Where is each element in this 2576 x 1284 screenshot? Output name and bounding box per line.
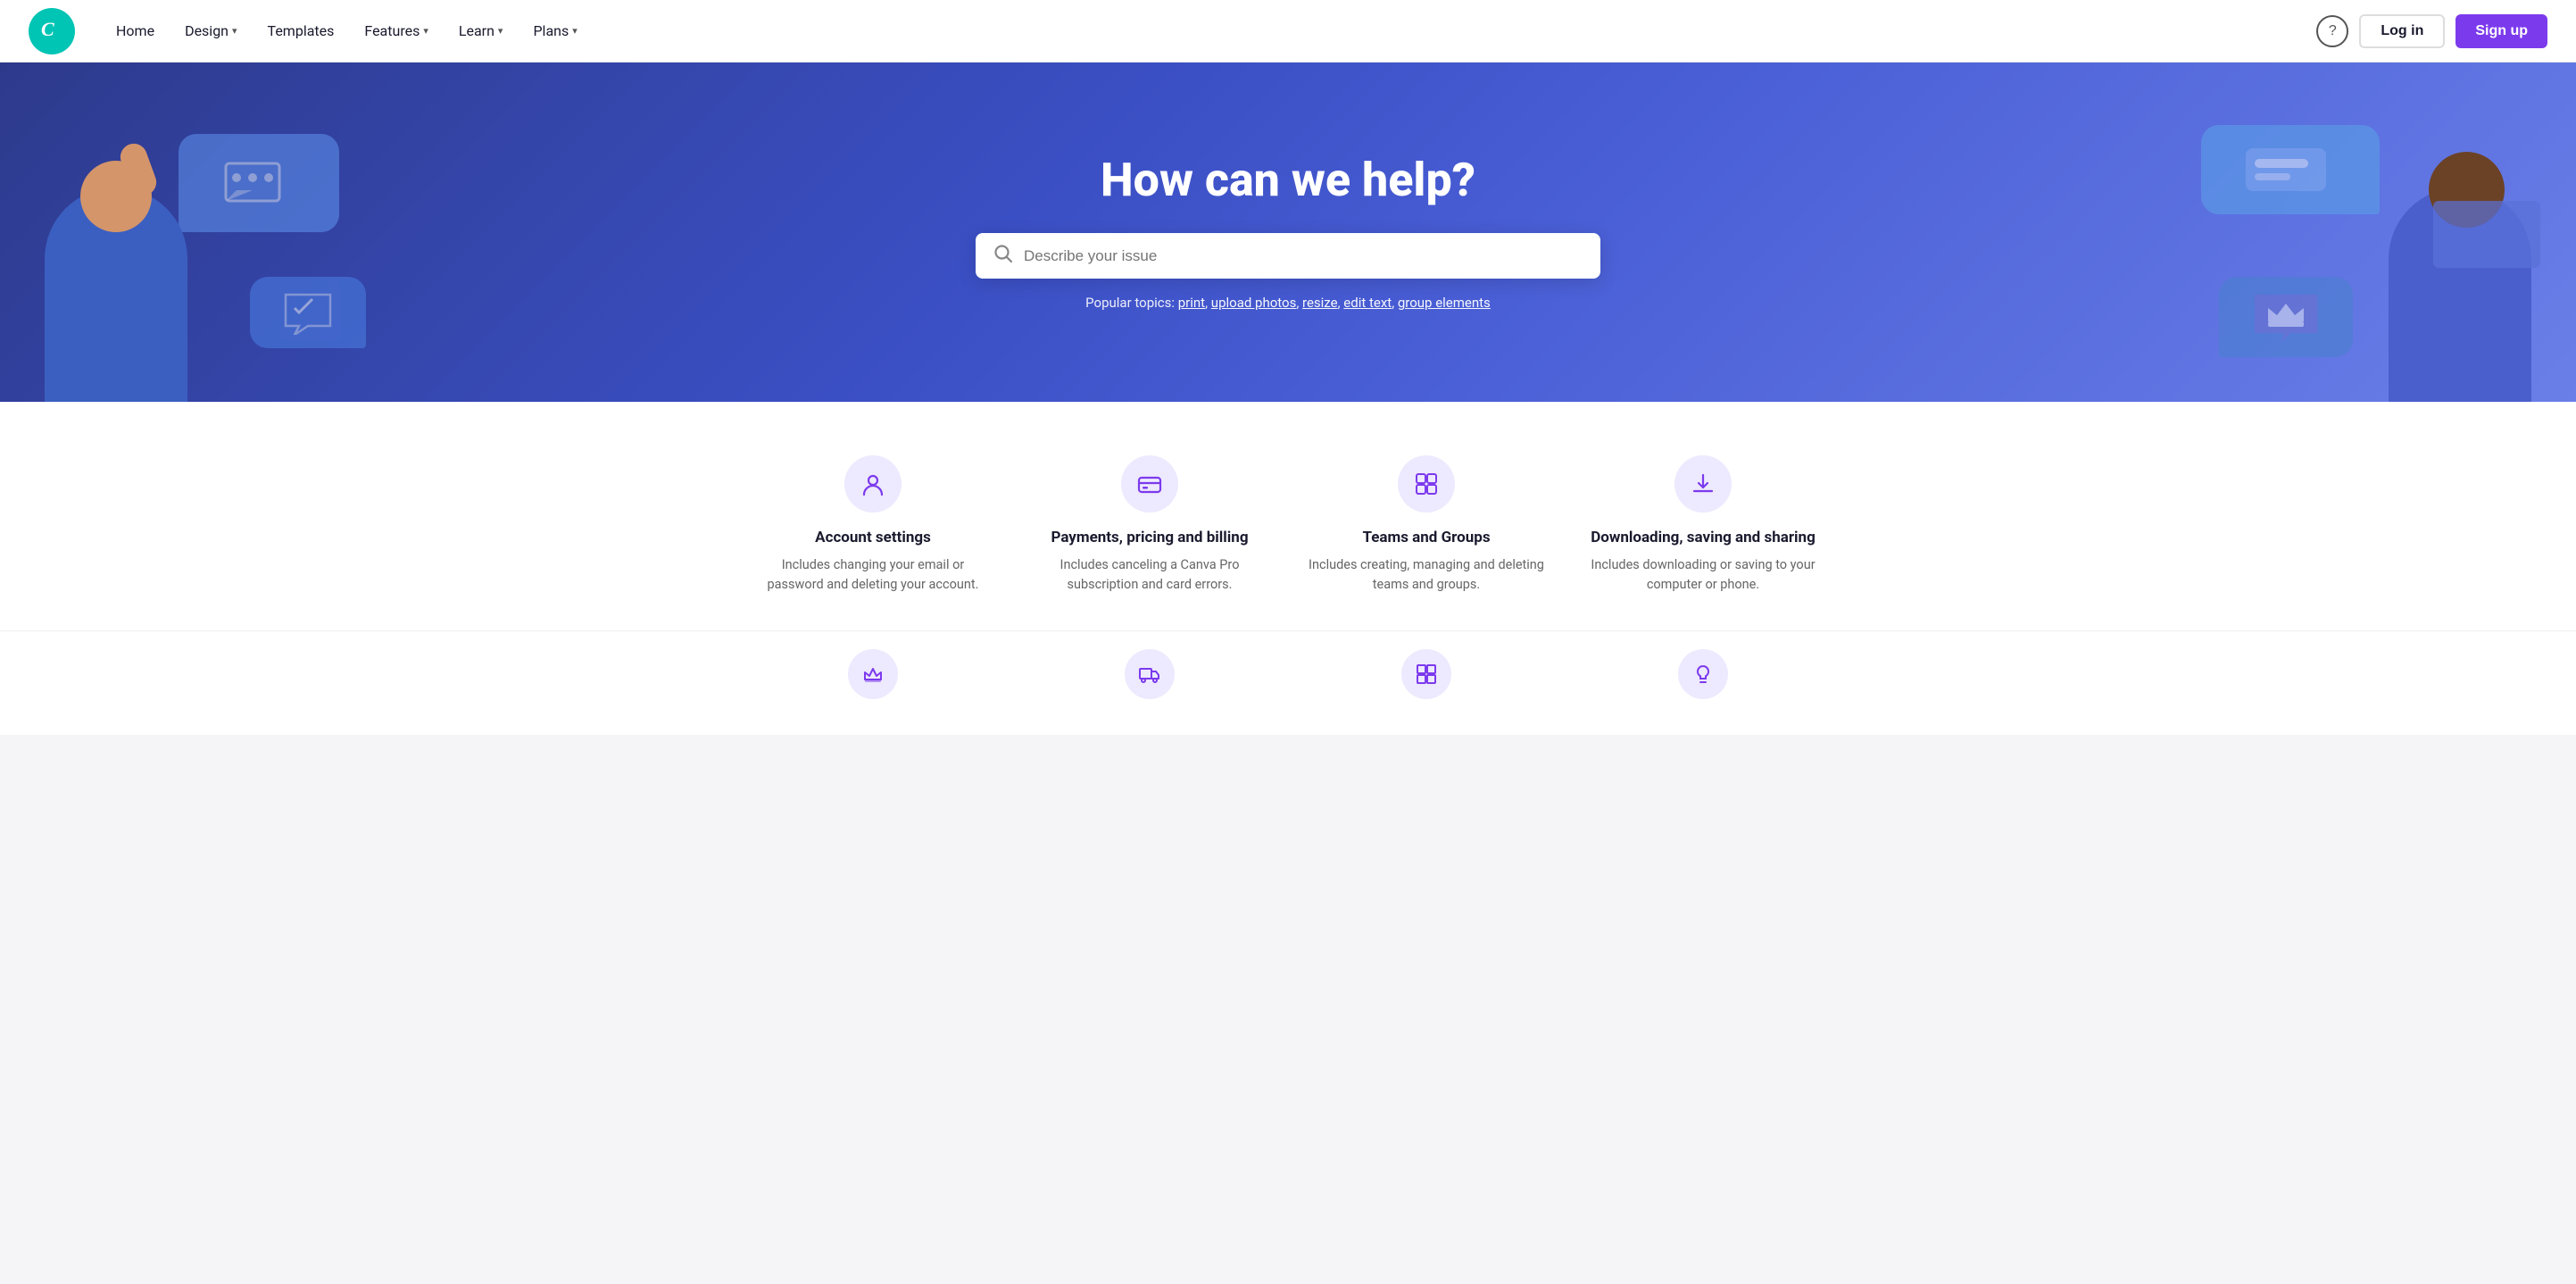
- category-billing[interactable]: Payments, pricing and billing Includes c…: [1029, 455, 1270, 595]
- category-bottom-1[interactable]: [752, 649, 993, 699]
- grid-icon: [1401, 649, 1451, 699]
- nav-home[interactable]: Home: [104, 15, 167, 46]
- svg-text:C: C: [41, 18, 54, 40]
- logo-text: C: [37, 14, 66, 47]
- hero-content: How can we help? Popular topics: print, …: [976, 154, 1600, 312]
- nav-learn[interactable]: Learn ▾: [446, 15, 516, 46]
- search-icon: [993, 244, 1013, 268]
- chevron-down-icon: ▾: [232, 25, 237, 37]
- nav-templates[interactable]: Templates: [255, 15, 347, 46]
- categories-bottom-section: [0, 630, 2576, 735]
- account-icon: [844, 455, 902, 513]
- category-download[interactable]: Downloading, saving and sharing Includes…: [1583, 455, 1824, 595]
- category-bottom-2[interactable]: [1029, 649, 1270, 699]
- chat-bubble-2: [250, 277, 366, 348]
- signup-button[interactable]: Sign up: [2456, 14, 2547, 48]
- popular-topics: Popular topics: print, upload photos, re…: [976, 295, 1600, 311]
- category-account[interactable]: Account settings Includes changing your …: [752, 455, 993, 595]
- help-button[interactable]: ?: [2316, 15, 2348, 47]
- popular-topic-resize[interactable]: resize: [1302, 295, 1338, 311]
- right-figure: [2362, 116, 2558, 402]
- category-title: Teams and Groups: [1362, 529, 1490, 546]
- login-button[interactable]: Log in: [2359, 14, 2445, 48]
- categories-section: Account settings Includes changing your …: [0, 402, 2576, 630]
- chat-bubble-3: [2201, 125, 2380, 214]
- nav-features[interactable]: Features ▾: [352, 15, 440, 46]
- category-desc: Includes downloading or saving to your c…: [1583, 555, 1824, 595]
- categories-grid: Account settings Includes changing your …: [752, 455, 1824, 595]
- crown-icon: [848, 649, 898, 699]
- category-desc: Includes canceling a Canva Pro subscript…: [1029, 555, 1270, 595]
- navigation: C Home Design ▾ Templates Features ▾ Lea…: [0, 0, 2576, 63]
- chevron-down-icon: ▾: [572, 25, 578, 37]
- lightbulb-icon: [1678, 649, 1728, 699]
- popular-topic-print[interactable]: print: [1178, 295, 1205, 311]
- category-title: Downloading, saving and sharing: [1591, 529, 1816, 546]
- chevron-down-icon: ▾: [423, 25, 428, 37]
- category-desc: Includes changing your email or password…: [752, 555, 993, 595]
- left-figure: [18, 116, 214, 402]
- hero-title: How can we help?: [976, 154, 1600, 207]
- category-title: Payments, pricing and billing: [1051, 529, 1248, 546]
- chevron-down-icon: ▾: [498, 25, 503, 37]
- truck-icon: [1125, 649, 1175, 699]
- nav-right: ? Log in Sign up: [2316, 14, 2547, 48]
- search-bar: [976, 233, 1600, 279]
- nav-design[interactable]: Design ▾: [172, 15, 249, 46]
- category-bottom-4[interactable]: [1583, 649, 1824, 699]
- popular-topic-upload-photos[interactable]: upload photos: [1211, 295, 1297, 311]
- canva-logo[interactable]: C: [29, 8, 75, 54]
- popular-topic-edit-text[interactable]: edit text: [1343, 295, 1392, 311]
- category-teams[interactable]: Teams and Groups Includes creating, mana…: [1306, 455, 1547, 595]
- category-title: Account settings: [815, 529, 931, 546]
- billing-icon: [1121, 455, 1178, 513]
- chat-bubble-4: [2219, 277, 2353, 357]
- nav-links: Home Design ▾ Templates Features ▾ Learn…: [104, 15, 2316, 46]
- search-input[interactable]: [1024, 247, 1583, 265]
- category-bottom-3[interactable]: [1306, 649, 1547, 699]
- popular-topic-group-elements[interactable]: group elements: [1398, 295, 1491, 311]
- category-desc: Includes creating, managing and deleting…: [1306, 555, 1547, 595]
- download-icon: [1674, 455, 1732, 513]
- categories-bottom-grid: [752, 649, 1824, 699]
- teams-icon: [1398, 455, 1455, 513]
- nav-plans[interactable]: Plans ▾: [520, 15, 589, 46]
- hero-section: How can we help? Popular topics: print, …: [0, 63, 2576, 402]
